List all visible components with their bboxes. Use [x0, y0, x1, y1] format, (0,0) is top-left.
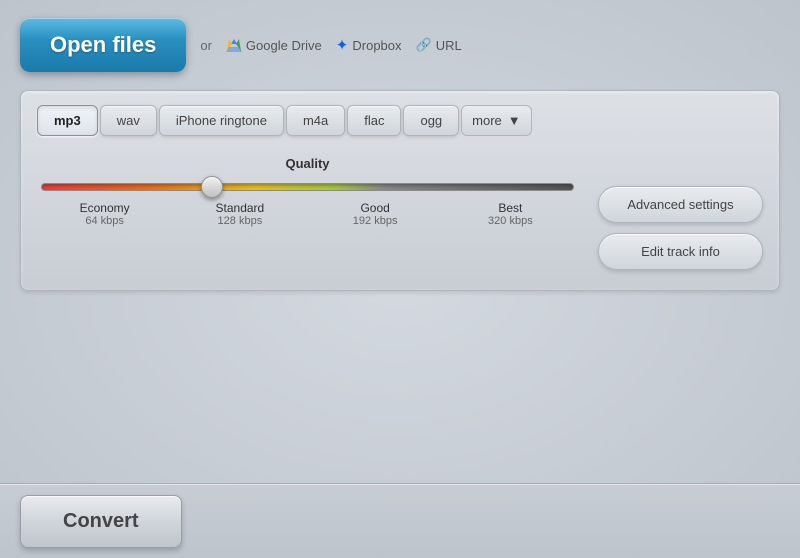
convert-button[interactable]: Convert — [20, 495, 182, 548]
standard-label: Standard — [172, 201, 307, 215]
standard-kbps: 128 kbps — [172, 215, 307, 227]
slider-container — [37, 183, 578, 191]
dropbox-label: Dropbox — [352, 38, 401, 53]
more-dropdown[interactable]: more ▼ — [461, 105, 532, 136]
google-drive-icon — [226, 38, 242, 52]
tab-flac[interactable]: flac — [347, 105, 401, 136]
quality-marker-standard: Standard 128 kbps — [172, 201, 307, 227]
google-drive-link[interactable]: Google Drive — [226, 38, 322, 53]
edit-track-info-button[interactable]: Edit track info — [598, 233, 763, 270]
url-icon: 🔗 — [416, 37, 432, 53]
bottom-bar: Convert — [0, 483, 800, 558]
quality-slider-track[interactable] — [41, 183, 574, 191]
tabs-row: mp3 wav iPhone ringtone m4a flac ogg mor… — [37, 105, 763, 136]
quality-slider-thumb[interactable] — [201, 176, 223, 198]
tab-m4a[interactable]: m4a — [286, 105, 345, 136]
quality-marker-economy: Economy 64 kbps — [37, 201, 172, 227]
dropbox-icon: ✦ — [336, 36, 349, 54]
right-buttons: Advanced settings Edit track info — [598, 156, 763, 270]
more-label: more — [472, 113, 502, 128]
tab-mp3[interactable]: mp3 — [37, 105, 98, 136]
quality-markers: Economy 64 kbps Standard 128 kbps Good 1… — [37, 201, 578, 227]
tab-wav[interactable]: wav — [100, 105, 157, 136]
chevron-down-icon: ▼ — [508, 113, 521, 128]
top-bar: Open files or Google Drive ✦ Dropbox 🔗 U… — [20, 18, 780, 72]
quality-marker-best: Best 320 kbps — [443, 201, 578, 227]
economy-kbps: 64 kbps — [37, 215, 172, 227]
tab-ogg[interactable]: ogg — [403, 105, 459, 136]
url-link[interactable]: 🔗 URL — [416, 37, 462, 53]
format-container: mp3 wav iPhone ringtone m4a flac ogg mor… — [20, 90, 780, 291]
quality-panel: Quality Economy 64 kbps Standard 128 kbp… — [37, 156, 578, 270]
main-area: Open files or Google Drive ✦ Dropbox 🔗 U… — [0, 0, 800, 291]
best-kbps: 320 kbps — [443, 215, 578, 227]
url-label: URL — [436, 38, 462, 53]
best-label: Best — [443, 201, 578, 215]
tab-iphone-ringtone[interactable]: iPhone ringtone — [159, 105, 284, 136]
open-files-button[interactable]: Open files — [20, 18, 186, 72]
advanced-settings-button[interactable]: Advanced settings — [598, 186, 763, 223]
or-text: or — [200, 38, 212, 53]
google-drive-label: Google Drive — [246, 38, 322, 53]
dropbox-link[interactable]: ✦ Dropbox — [336, 36, 402, 54]
good-label: Good — [308, 201, 443, 215]
quality-marker-good: Good 192 kbps — [308, 201, 443, 227]
quality-label: Quality — [37, 156, 578, 171]
quality-section: Quality Economy 64 kbps Standard 128 kbp… — [37, 156, 763, 270]
economy-label: Economy — [37, 201, 172, 215]
good-kbps: 192 kbps — [308, 215, 443, 227]
